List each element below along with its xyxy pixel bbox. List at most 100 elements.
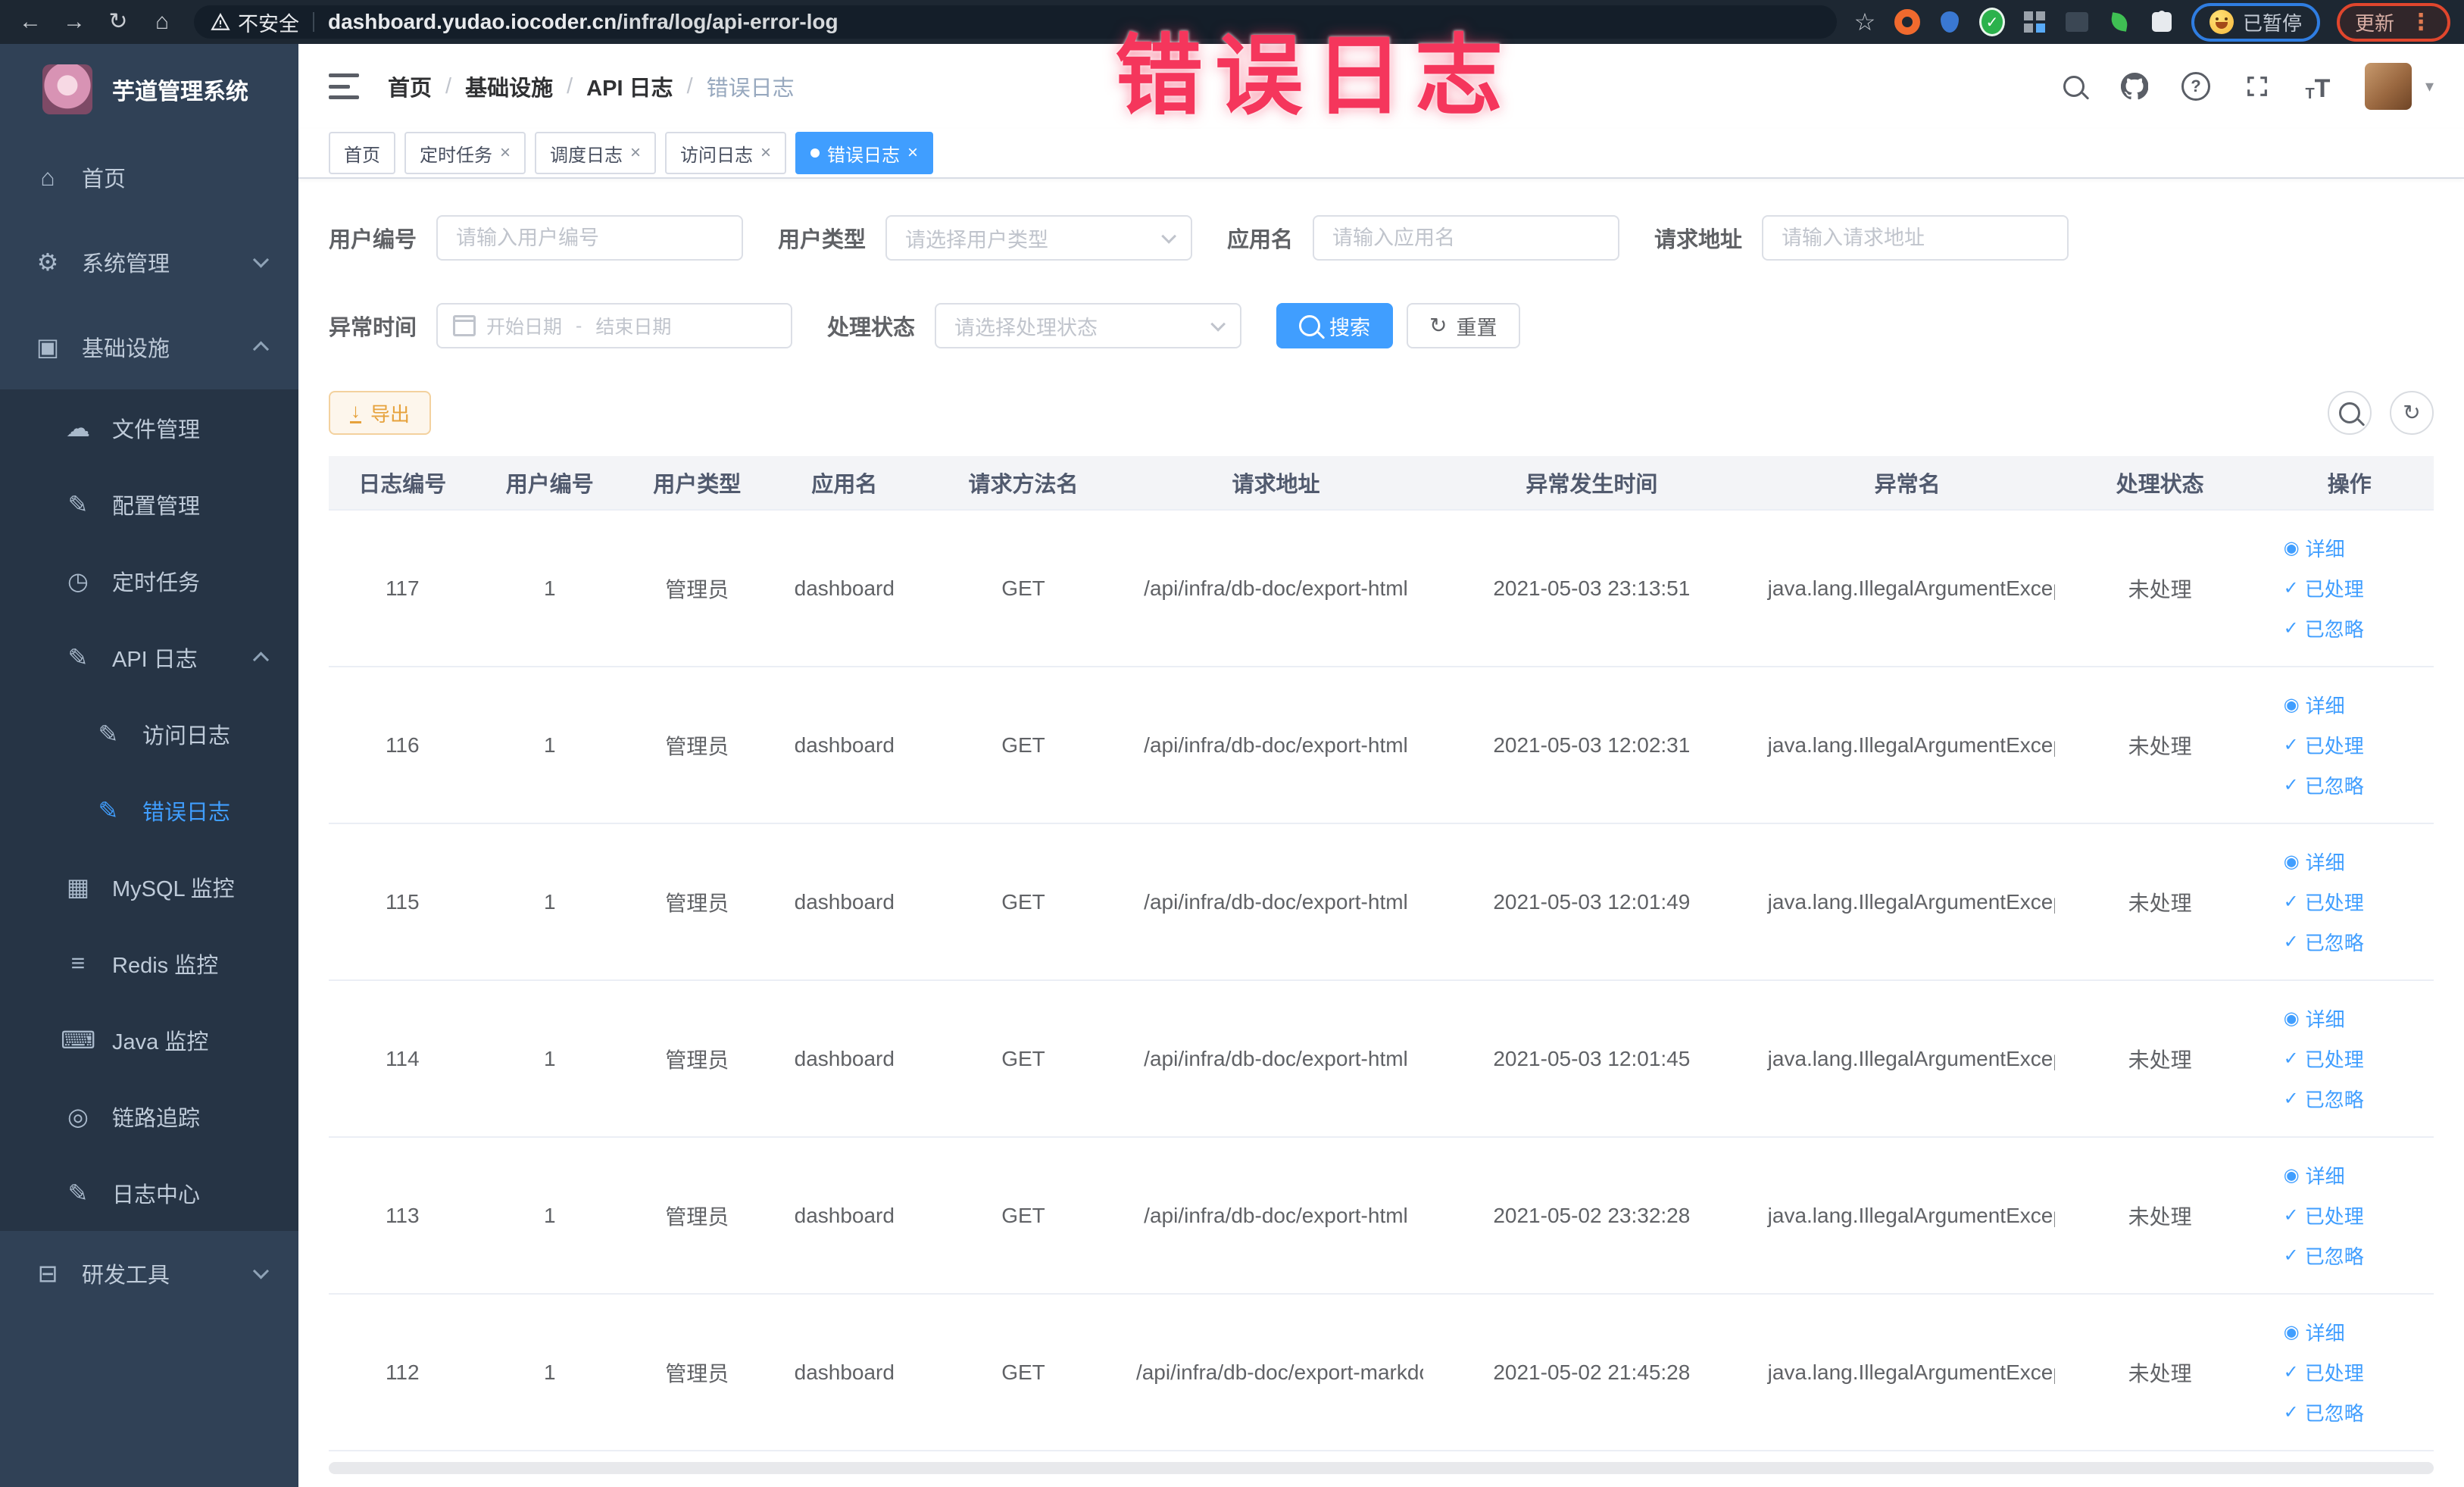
active-dot-icon [810,148,820,158]
extension-adblock-icon[interactable] [1894,9,1920,35]
chevron-up-icon [252,341,270,358]
ignored-link[interactable]: ✓ 已忽略 [2284,928,2364,956]
date-range-picker[interactable]: 开始日期 - 结束日期 [436,303,793,348]
filter-request-url: 请求地址 [1654,215,2069,261]
sidebar-item-mysql[interactable]: ▦ MySQL 监控 [0,848,298,925]
search-icon[interactable] [2060,71,2088,102]
extension-grid-icon[interactable] [2022,9,2047,35]
close-icon[interactable]: × [907,144,918,162]
sidebar-item-file[interactable]: ☁ 文件管理 [0,389,298,466]
close-icon[interactable]: × [760,144,771,162]
github-icon[interactable] [2120,71,2148,102]
sidebar-item-api-log[interactable]: ✎ API 日志 [0,619,298,695]
sidebar-item-label: 错误日志 [142,800,231,825]
ignored-label: 已忽略 [2304,618,2364,641]
filter-process-status: 处理状态 请选择处理状态 [827,303,1242,348]
sidebar-item-log-center[interactable]: ✎ 日志中心 [0,1154,298,1231]
reload-icon[interactable]: ↻ [101,5,135,39]
briefcase-icon: ⊟ [37,1260,58,1287]
refresh-button[interactable]: ↻ [2390,391,2434,435]
hamburger-icon[interactable] [329,73,359,99]
detail-label: 详细 [2305,851,2345,874]
font-size-icon[interactable]: TT [2304,71,2331,102]
ignored-link[interactable]: ✓ 已忽略 [2284,1398,2364,1426]
ignored-link[interactable]: ✓ 已忽略 [2284,1085,2364,1113]
browser-update-chip[interactable]: 更新 ⋮ [2336,2,2450,42]
sidebar-logo[interactable]: 芋道管理系统 [0,44,298,135]
reset-button[interactable]: ↻ 重置 [1407,303,1520,348]
processed-link[interactable]: ✓ 已处理 [2284,1358,2364,1386]
extension-shield-icon[interactable] [1937,9,1963,35]
help-icon[interactable]: ? [2181,71,2210,102]
eye-icon: ◎ [67,1102,89,1130]
toggle-search-button[interactable] [2328,391,2372,435]
home-icon[interactable]: ⌂ [145,5,179,39]
select-placeholder: 请选择用户类型 [905,228,1049,251]
avatar[interactable] [2364,63,2412,110]
paused-extension-chip[interactable]: 已暂停 [2191,2,2320,42]
processed-link[interactable]: ✓ 已处理 [2284,888,2364,916]
cell-status: 未处理 [2054,510,2266,667]
processed-link[interactable]: ✓ 已处理 [2284,1201,2364,1229]
processed-label: 已处理 [2304,735,2364,758]
tag-job[interactable]: 定时任务 × [404,132,526,174]
sidebar-item-infra[interactable]: ▣ 基础设施 [0,305,298,389]
app-name-input[interactable] [1313,215,1620,261]
breadcrumb-infra[interactable]: 基础设施 [465,70,553,102]
sidebar-item-dev-tools[interactable]: ⊟ 研发工具 [0,1231,298,1316]
cell-method: GET [918,1294,1129,1451]
extensions-puzzle-icon[interactable] [2149,9,2175,35]
detail-link[interactable]: ◉ 详细 [2284,848,2345,876]
export-button[interactable]: ↓ 导出 [329,391,432,435]
request-url-input[interactable] [1762,215,2069,261]
detail-link[interactable]: ◉ 详细 [2284,1318,2345,1346]
detail-link[interactable]: ◉ 详细 [2284,691,2345,719]
sidebar-item-trace[interactable]: ◎ 链路追踪 [0,1078,298,1154]
ignored-link[interactable]: ✓ 已忽略 [2284,1242,2364,1270]
detail-link[interactable]: ◉ 详细 [2284,1004,2345,1032]
processed-link[interactable]: ✓ 已处理 [2284,731,2364,759]
fullscreen-icon[interactable] [2244,71,2271,102]
caret-down-icon[interactable]: ▾ [2425,77,2434,96]
filter-row-2: 异常时间 开始日期 - 结束日期 处理状态 请选择处理状态 搜索 ↻ 重置 [329,303,2434,348]
ignored-link[interactable]: ✓ 已忽略 [2284,614,2364,642]
tag-error-log[interactable]: 错误日志 × [795,132,934,174]
sidebar-item-config[interactable]: ✎ 配置管理 [0,466,298,542]
detail-link[interactable]: ◉ 详细 [2284,534,2345,562]
extension-green-icon[interactable]: ✓ [1978,8,2005,36]
extension-switch-icon[interactable] [2064,9,2090,35]
sidebar-item-error-log[interactable]: ✎ 错误日志 [0,772,298,848]
detail-link[interactable]: ◉ 详细 [2284,1161,2345,1189]
breadcrumb-api-log[interactable]: API 日志 [586,70,673,102]
bookmark-star-icon[interactable]: ☆ [1852,8,1878,36]
sidebar-item-system[interactable]: ⚙ 系统管理 [0,220,298,305]
sidebar-item-redis[interactable]: ≡ Redis 监控 [0,925,298,1001]
sidebar-item-java[interactable]: ⌨ Java 监控 [0,1001,298,1078]
forward-icon[interactable]: → [58,5,91,39]
close-icon[interactable]: × [630,144,641,162]
processed-link[interactable]: ✓ 已处理 [2284,1045,2364,1073]
paused-label: 已暂停 [2242,11,2302,35]
search-button[interactable]: 搜索 [1276,303,1394,348]
kebab-menu-icon[interactable]: ⋮ [2409,9,2432,36]
extension-leaf-icon[interactable] [2106,9,2132,35]
sidebar-item-home[interactable]: ⌂ 首页 [0,135,298,220]
sidebar-item-job[interactable]: ◷ 定时任务 [0,542,298,619]
user-type-select[interactable]: 请选择用户类型 [885,215,1193,261]
processed-link[interactable]: ✓ 已处理 [2284,574,2364,602]
site-security[interactable]: 不安全 [211,8,299,37]
tag-label: 错误日志 [827,145,901,166]
user-id-input[interactable] [436,215,744,261]
process-status-select[interactable]: 请选择处理状态 [935,303,1242,348]
back-icon[interactable]: ← [14,5,47,39]
horizontal-scrollbar[interactable] [329,1462,2434,1474]
tag-home[interactable]: 首页 [329,132,395,174]
breadcrumb-home[interactable]: 首页 [388,70,432,102]
ignored-link[interactable]: ✓ 已忽略 [2284,771,2364,799]
close-icon[interactable]: × [500,144,511,162]
tag-access-log[interactable]: 访问日志 × [665,132,787,174]
tag-job-log[interactable]: 调度日志 × [535,132,657,174]
sidebar-item-access-log[interactable]: ✎ 访问日志 [0,695,298,772]
sidebar-menu: ⌂ 首页 ⚙ 系统管理 ▣ 基础设施 ☁ 文件管理 ✎ 配置管理 ◷ 定时任务 … [0,135,298,1487]
address-bar[interactable]: 不安全 dashboard.yudao.iocoder.cn/infra/log… [194,5,1837,39]
